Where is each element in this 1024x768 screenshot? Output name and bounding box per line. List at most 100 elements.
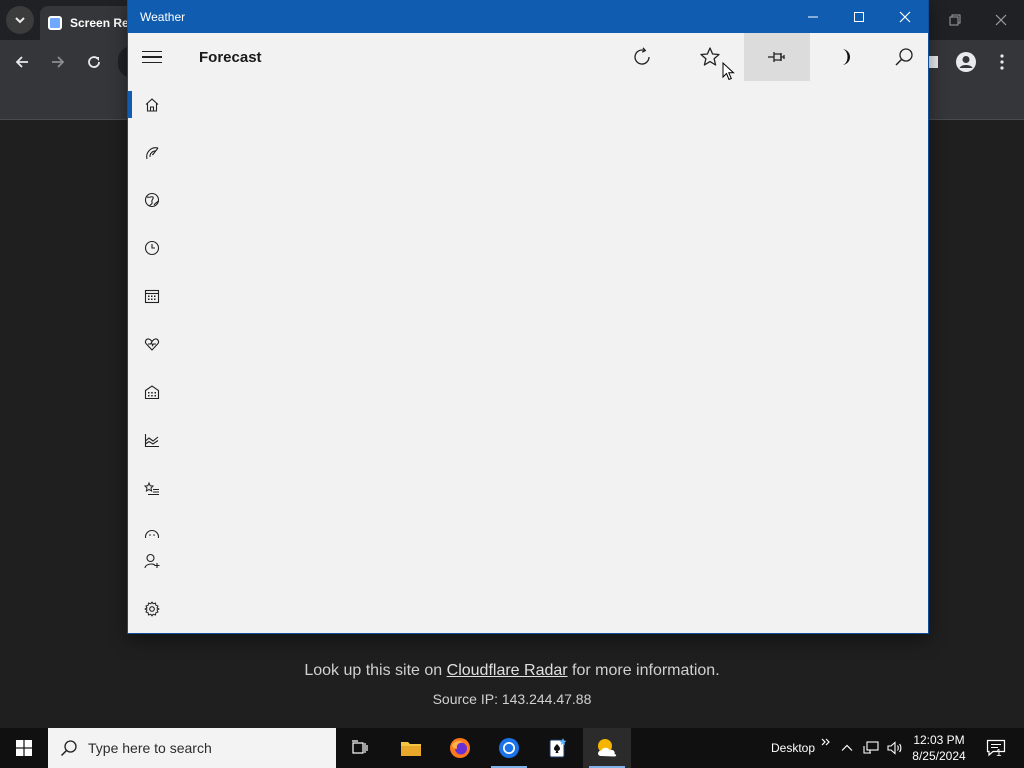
volume-button[interactable] [884,728,906,768]
desktop-toolbar-label[interactable]: Desktop [771,741,815,755]
solitaire-cards-icon [549,738,567,758]
folder-icon [401,742,421,756]
radar-icon [146,147,159,160]
search-icon [60,740,77,757]
reload-button[interactable] [80,48,108,76]
network-icon [863,741,879,754]
moon-icon [842,49,850,65]
nav-item-life[interactable] [128,324,176,364]
browser-close-button[interactable] [978,0,1024,40]
app-header: Forecast [128,33,928,81]
radar-prefix-text: Look up this site on [304,662,447,679]
refresh-icon [634,47,650,65]
double-chevron-icon [821,738,830,746]
close-icon [899,11,911,22]
tray-overflow-button[interactable] [838,728,856,768]
nav-item-radar[interactable] [128,133,176,173]
speaker-icon [887,741,902,755]
browser-restore-button[interactable] [932,0,978,40]
nav-selection-indicator [128,91,132,118]
page-title: Forecast [199,49,262,66]
taskbar-search-placeholder: Type here to search [88,740,212,756]
clock-date: 8/25/2024 [912,749,966,763]
back-button[interactable] [8,48,36,76]
weather-titlebar[interactable]: Weather [128,0,928,33]
taskbar-search-box[interactable]: Type here to search [48,728,336,768]
home-icon [145,98,159,112]
arrow-right-icon [52,56,65,68]
search-button[interactable] [871,33,937,81]
chrome-icon [499,738,519,758]
taskbar-clock[interactable]: 12:03 PM 8/25/2024 [908,732,970,764]
nav-item-maps[interactable] [128,180,176,220]
notification-center-button[interactable]: 1 [980,728,1012,768]
close-button[interactable] [882,0,928,33]
taskbar: Type here to search Desktop 12:03 PM 8/2… [0,728,1024,768]
forward-button[interactable] [44,48,72,76]
nav-item-monthly[interactable] [128,276,176,316]
taskbar-chrome[interactable] [485,728,533,768]
nav-item-account[interactable] [128,541,176,581]
favorite-star-icon [700,47,720,66]
radar-suffix-text: for more information. [567,662,720,679]
pin-button[interactable] [744,33,810,81]
task-view-button[interactable] [336,728,384,768]
chevron-up-icon [841,744,853,751]
source-ip-text: Source IP: 143.244.47.88 [432,691,592,707]
taskbar-weather[interactable] [583,728,631,768]
cloudflare-radar-link[interactable]: Cloudflare Radar [447,662,568,679]
refresh-button[interactable] [609,33,675,81]
settings-icon [144,601,160,617]
nav-rail [128,81,176,633]
reload-icon [88,56,100,68]
theme-button[interactable] [812,33,878,81]
nav-item-favorites[interactable] [128,469,176,509]
pin-icon [768,52,785,62]
profile-avatar-icon [956,52,976,72]
network-button[interactable] [860,728,882,768]
clock-icon [144,240,160,256]
nav-item-chart[interactable] [128,420,176,460]
toolbar-expand-button[interactable] [818,722,834,762]
maximize-icon [854,11,864,22]
chart-icon [144,434,159,448]
restore-icon [949,14,961,26]
taskbar-solitaire[interactable] [534,728,582,768]
chevron-down-icon [15,17,25,24]
arrow-left-icon [15,56,28,68]
weather-window: Weather Forecast [128,0,928,633]
maximize-button[interactable] [836,0,882,33]
nav-item-settings[interactable] [128,589,176,629]
building-icon [144,385,160,400]
nav-item-historical[interactable] [128,372,176,412]
calendar-icon [144,289,160,304]
search-icon [895,48,913,66]
taskbar-firefox[interactable] [436,728,484,768]
close-icon [995,14,1007,26]
taskbar-file-explorer[interactable] [387,728,435,768]
notification-count-badge: 1 [996,748,1002,759]
start-button[interactable] [0,728,48,768]
clock-time: 12:03 PM [913,733,965,747]
tab-search-button[interactable] [6,6,34,34]
task-view-icon [352,740,368,754]
nav-item-partial [128,529,176,538]
add-user-icon [144,553,160,569]
weather-sun-cloud-icon [598,739,617,757]
hamburger-menu-button[interactable] [132,37,172,77]
star-list-icon [144,481,159,496]
nav-item-hourly[interactable] [128,228,176,268]
radar-message: Look up this site on Cloudflare Radar fo… [0,662,1024,680]
minimize-button[interactable] [790,0,836,33]
firefox-icon [450,738,470,758]
window-title: Weather [140,10,186,24]
browser-tab-title: Screen Re [70,16,129,30]
partial-icon [144,529,160,538]
nav-item-home[interactable] [128,85,176,125]
browser-menu-button[interactable] [988,48,1016,76]
tab-favicon-icon [48,16,62,30]
mouse-cursor-icon [722,62,735,81]
profile-button[interactable] [952,48,980,76]
minimize-icon [808,16,818,17]
globe-icon [144,192,160,208]
